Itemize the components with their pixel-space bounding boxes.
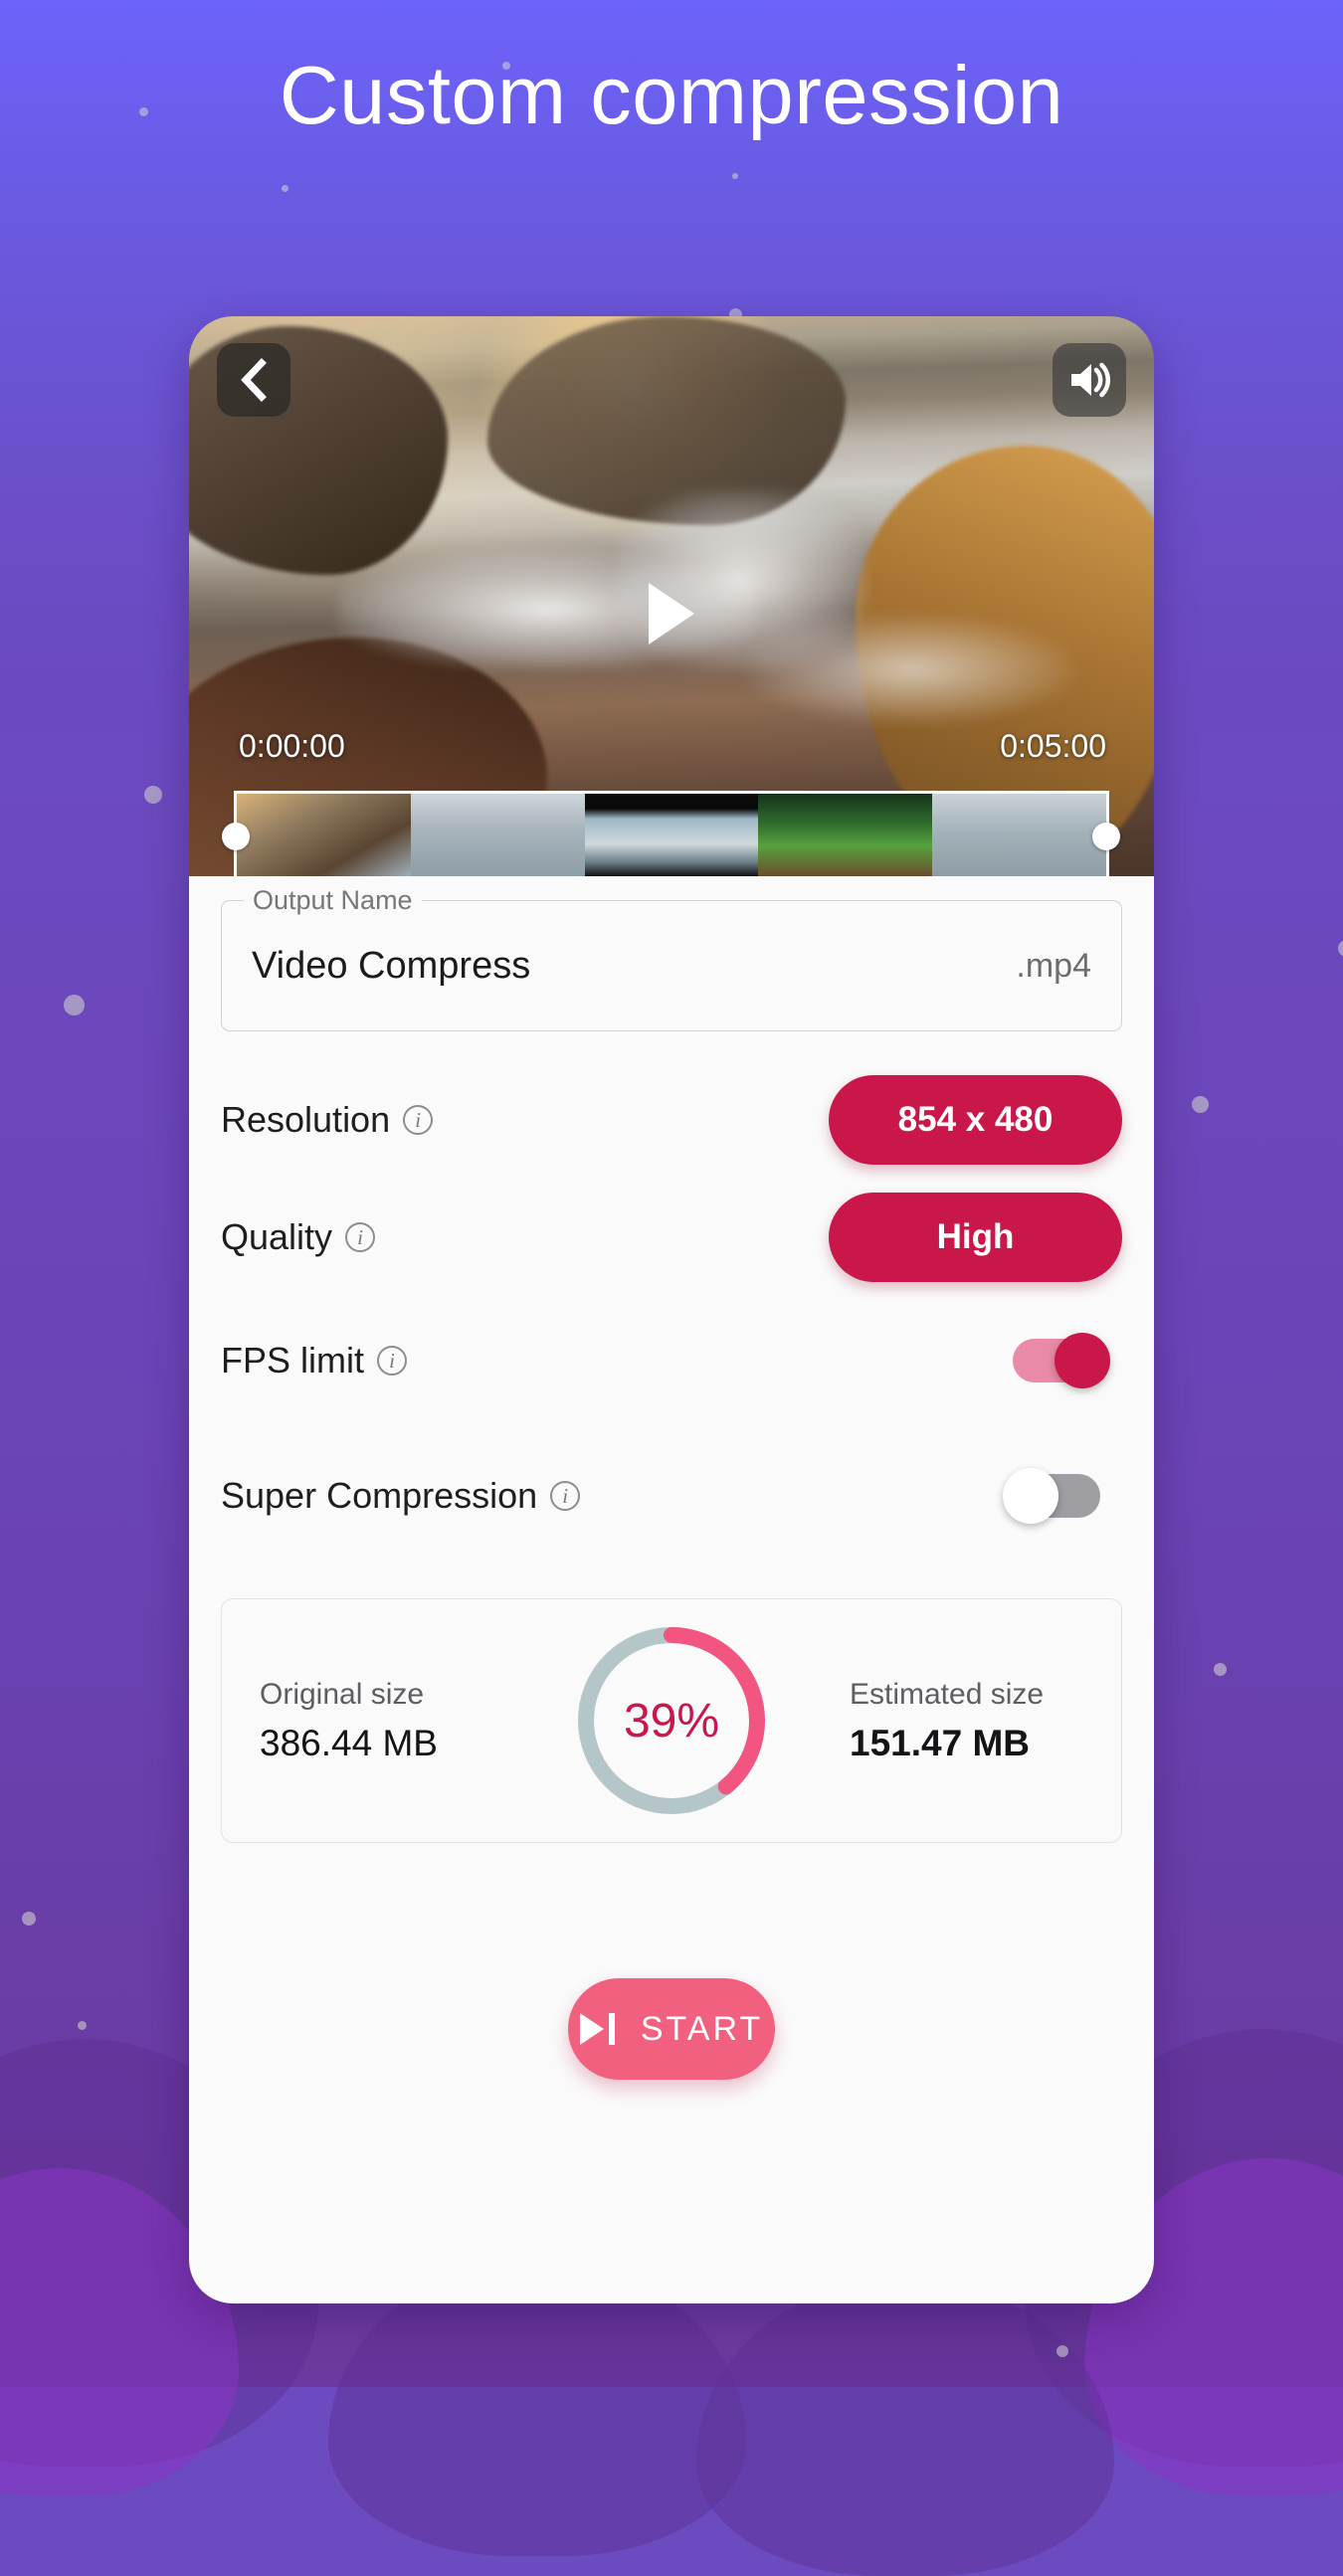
filmstrip-frame [237,794,411,876]
compression-donut-chart: 39% [572,1621,771,1820]
chevron-left-icon [241,358,267,402]
start-button-label: START [640,2009,764,2048]
page-title: Custom compression [279,49,1064,141]
estimated-size-group: Estimated size 151.47 MB [850,1678,1083,1764]
filmstrip-frame [758,794,933,876]
super-compression-label: Super Compression [221,1475,538,1516]
estimated-size-label: Estimated size [850,1677,1045,1711]
decorative-dot [78,2021,87,2030]
filmstrip-frame [410,794,585,876]
original-size-value: 386.44 MB [260,1722,438,1763]
resolution-value-button[interactable]: 854 x 480 [829,1075,1122,1165]
resolution-row: Resolution i 854 x 480 [221,1061,1122,1179]
trim-filmstrip[interactable] [234,791,1109,876]
fps-limit-row: FPS limit i [221,1302,1122,1419]
info-icon[interactable]: i [345,1222,376,1252]
resolution-label-group: Resolution i [221,1099,434,1141]
super-compression-label-group: Super Compression i [221,1475,581,1517]
time-end: 0:05:00 [1000,728,1106,764]
decorative-dot [1338,940,1343,957]
start-button[interactable]: START [568,1978,775,2080]
decorative-dot [282,185,288,192]
toggle-thumb [1055,1333,1110,1388]
video-player[interactable]: 0:00:00 0:05:00 [189,316,1154,876]
output-extension: .mp4 [1016,946,1091,985]
decorative-dot [732,173,738,179]
trim-handle-left[interactable] [222,823,250,850]
quality-label: Quality [221,1216,333,1257]
fps-limit-label-group: FPS limit i [221,1340,407,1381]
filmstrip-frame [584,794,759,876]
size-summary-card: Original size 386.44 MB 39% Estimated si… [221,1598,1122,1843]
toggle-thumb [1003,1468,1058,1524]
trim-handle-right[interactable] [1092,823,1120,850]
output-name-input[interactable]: Video Compress [252,945,530,988]
decorative-dot [1214,1663,1227,1676]
quality-value-button[interactable]: High [829,1193,1122,1282]
quality-row: Quality i High [221,1179,1122,1296]
fps-limit-toggle[interactable] [1013,1333,1110,1388]
decorative-dot [1056,2345,1068,2357]
info-icon[interactable]: i [403,1105,434,1135]
estimated-size-value: 151.47 MB [850,1722,1030,1763]
phone-frame: 0:00:00 0:05:00 Output Name Video Compre… [189,316,1154,2303]
info-icon[interactable]: i [377,1346,407,1376]
time-start: 0:00:00 [239,728,345,764]
original-size-label: Original size [260,1677,425,1711]
decorative-dot [144,786,162,804]
super-compression-row: Super Compression i [221,1437,1122,1555]
info-icon[interactable]: i [550,1481,581,1511]
fps-limit-label: FPS limit [221,1340,364,1380]
resolution-label: Resolution [221,1099,391,1140]
volume-button[interactable] [1053,343,1126,417]
play-button[interactable] [649,583,694,644]
decorative-dot [1192,1096,1209,1113]
back-button[interactable] [217,343,290,417]
output-name-field[interactable]: Output Name Video Compress .mp4 [221,885,1122,1031]
start-button-container: START [221,1978,1122,2080]
volume-up-icon [1071,362,1110,398]
quality-label-group: Quality i [221,1216,376,1258]
decorative-dot [64,995,85,1015]
filmstrip-frame [932,794,1106,876]
decorative-dot [22,1912,36,1926]
output-name-label: Output Name [244,885,422,916]
skip-next-icon [579,2013,615,2045]
super-compression-toggle[interactable] [1003,1468,1100,1524]
compression-percent: 39% [623,1694,720,1748]
settings-sheet: Output Name Video Compress .mp4 Resoluti… [189,885,1154,2080]
original-size-group: Original size 386.44 MB [260,1678,493,1764]
